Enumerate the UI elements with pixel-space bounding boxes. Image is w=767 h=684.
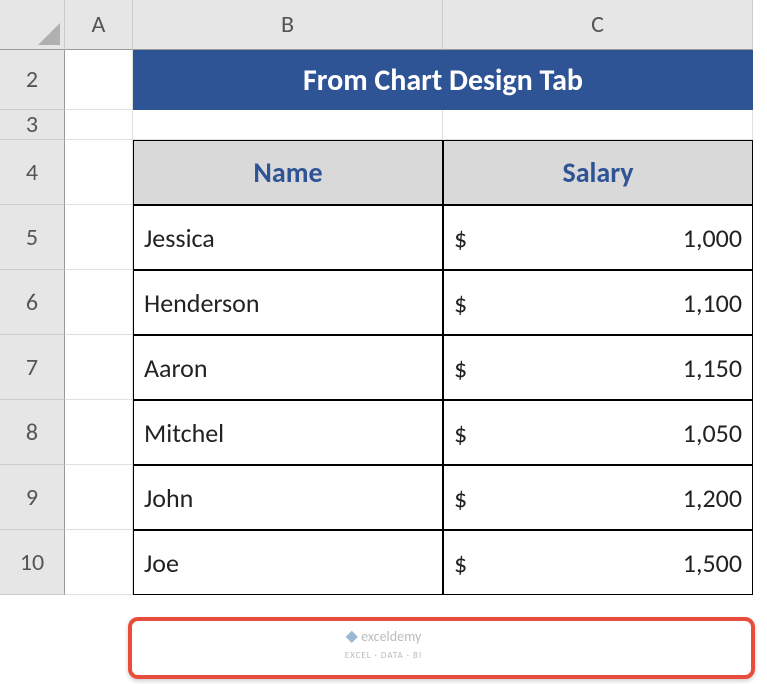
row-header-3[interactable]: 3: [0, 110, 65, 140]
currency-symbol: $: [454, 482, 467, 514]
row-header-7[interactable]: 7: [0, 335, 65, 400]
cell-name-3[interactable]: Mitchel: [133, 400, 443, 465]
cell-c3[interactable]: [443, 110, 753, 140]
table-header-name[interactable]: Name: [133, 140, 443, 205]
row-header-2[interactable]: 2: [0, 50, 65, 110]
table-header-salary[interactable]: Salary: [443, 140, 753, 205]
watermark-tag: EXCEL · DATA · BI: [345, 650, 422, 661]
row-header-5[interactable]: 5: [0, 205, 65, 270]
cell-salary-0[interactable]: $ 1,000: [443, 205, 753, 270]
salary-value: 1,050: [683, 417, 742, 449]
cell-salary-4[interactable]: $ 1,200: [443, 465, 753, 530]
cell-a9[interactable]: [65, 465, 133, 530]
currency-symbol: $: [454, 222, 467, 254]
cell-salary-5[interactable]: $ 1,500: [443, 530, 753, 595]
cell-a2[interactable]: [65, 50, 133, 110]
row-header-4[interactable]: 4: [0, 140, 65, 205]
salary-value: 1,500: [683, 547, 742, 579]
cell-a10[interactable]: [65, 530, 133, 595]
cell-name-1[interactable]: Henderson: [133, 270, 443, 335]
spreadsheet-grid: A B C 2 From Chart Design Tab 3 4 Name S…: [0, 0, 767, 595]
cell-a6[interactable]: [65, 270, 133, 335]
cell-salary-1[interactable]: $ 1,100: [443, 270, 753, 335]
currency-symbol: $: [454, 287, 467, 319]
col-header-a[interactable]: A: [65, 0, 133, 50]
cell-name-4[interactable]: John: [133, 465, 443, 530]
cell-a3[interactable]: [65, 110, 133, 140]
row-header-6[interactable]: 6: [0, 270, 65, 335]
cell-salary-3[interactable]: $ 1,050: [443, 400, 753, 465]
currency-symbol: $: [454, 417, 467, 449]
highlight-annotation: [128, 617, 755, 679]
cell-a4[interactable]: [65, 140, 133, 205]
salary-value: 1,100: [683, 287, 742, 319]
salary-value: 1,000: [683, 222, 742, 254]
row-header-10[interactable]: 10: [0, 530, 65, 595]
watermark-icon: ◆: [346, 627, 358, 646]
cell-name-5[interactable]: Joe: [133, 530, 443, 595]
salary-value: 1,150: [683, 352, 742, 384]
cell-b3[interactable]: [133, 110, 443, 140]
currency-symbol: $: [454, 352, 467, 384]
currency-symbol: $: [454, 547, 467, 579]
col-header-b[interactable]: B: [133, 0, 443, 50]
cell-a7[interactable]: [65, 335, 133, 400]
col-header-c[interactable]: C: [443, 0, 753, 50]
cell-a5[interactable]: [65, 205, 133, 270]
title-banner[interactable]: From Chart Design Tab: [133, 50, 753, 110]
watermark: ◆ exceldemy EXCEL · DATA · BI: [345, 628, 422, 661]
watermark-brand: exceldemy: [361, 628, 421, 645]
select-all-corner[interactable]: [0, 0, 65, 50]
cell-name-0[interactable]: Jessica: [133, 205, 443, 270]
cell-salary-2[interactable]: $ 1,150: [443, 335, 753, 400]
salary-value: 1,200: [683, 482, 742, 514]
cell-a8[interactable]: [65, 400, 133, 465]
row-header-8[interactable]: 8: [0, 400, 65, 465]
cell-name-2[interactable]: Aaron: [133, 335, 443, 400]
row-header-9[interactable]: 9: [0, 465, 65, 530]
